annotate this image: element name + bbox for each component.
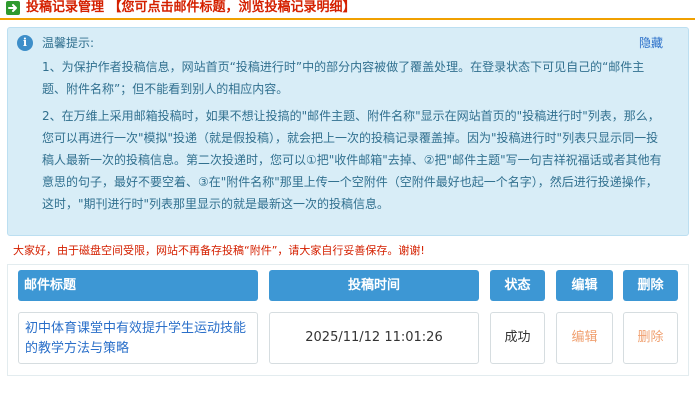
- row-edit-button[interactable]: 编辑: [556, 312, 613, 364]
- column-header-edit: 编辑: [556, 270, 613, 301]
- tip-box: i 温馨提示: 隐藏 1、为保护作者投稿信息，网站首页“投稿进行时”中的部分内容…: [7, 27, 689, 236]
- info-icon: i: [17, 35, 33, 51]
- hide-tip-link[interactable]: 隐藏: [639, 35, 663, 51]
- row-delete-button[interactable]: 删除: [623, 312, 678, 364]
- column-header-delete: 删除: [623, 270, 678, 301]
- column-header-time: 投稿时间: [269, 270, 479, 301]
- column-header-subject: 邮件标题: [18, 270, 258, 301]
- tip-paragraph-2: 2、在万维上采用邮箱投稿时，如果不想让投搞的"邮件主题、附件名称"显示在网站首页…: [42, 109, 662, 211]
- row-status: 成功: [490, 312, 545, 364]
- page: 投稿记录管理 【您可点击邮件标题，浏览投稿记录明细】 i 温馨提示: 隐藏 1、…: [0, 0, 695, 394]
- arrow-right-icon: [6, 1, 20, 15]
- tip-title: 温馨提示:: [42, 36, 95, 50]
- section-header: 投稿记录管理 【您可点击邮件标题，浏览投稿记录明细】: [0, 0, 695, 20]
- page-title: 投稿记录管理 【您可点击邮件标题，浏览投稿记录明细】: [26, 0, 356, 15]
- column-header-status: 状态: [490, 270, 545, 301]
- row-submit-time: 2025/11/12 11:01:26: [269, 312, 479, 364]
- row-subject-link[interactable]: 初中体育课堂中有效提升学生运动技能的教学方法与策略: [18, 312, 258, 364]
- storage-notice: 大家好，由于磁盘空间受限，网站不再备存投稿“附件”，请大家自行妥善保存。谢谢!: [13, 244, 425, 257]
- tip-paragraph-1: 1、为保护作者投稿信息，网站首页“投稿进行时”中的部分内容被做了覆盖处理。在登录…: [42, 60, 645, 96]
